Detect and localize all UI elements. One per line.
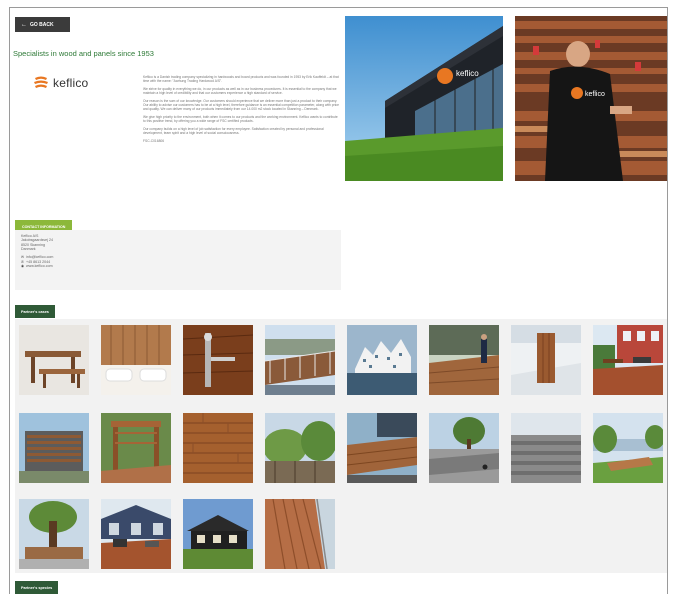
gallery-thumb[interactable] — [593, 325, 663, 395]
logo-wordmark: keflico — [53, 75, 89, 90]
gallery-thumb[interactable] — [101, 413, 171, 483]
contact-card: Keflico A/S Jakobsgaardsvej 24 8520 Skan… — [15, 230, 341, 290]
description-paragraph: We give high priority to the environment… — [143, 115, 338, 124]
gallery-thumb[interactable] — [429, 325, 499, 395]
arrow-left-icon: ← — [21, 21, 27, 28]
gallery-thumb[interactable] — [19, 499, 89, 569]
gallery-thumb[interactable] — [347, 413, 417, 483]
description-paragraph: Keflico is a Danish trading company spec… — [143, 75, 339, 84]
keflico-logo-icon — [34, 76, 48, 88]
email-link[interactable]: info@keflico.com — [26, 255, 53, 259]
gallery-thumb[interactable] — [265, 413, 335, 483]
cases-gallery — [15, 319, 667, 573]
gallery-thumb[interactable] — [101, 325, 171, 395]
gallery-thumb[interactable] — [265, 499, 335, 569]
company-description: Keflico is a Danish trading company spec… — [143, 75, 341, 147]
gallery-thumb[interactable] — [511, 413, 581, 483]
gallery-thumb[interactable] — [19, 325, 89, 395]
gallery-thumb[interactable] — [593, 413, 663, 483]
description-paragraph: Our company builds on a high level of jo… — [143, 127, 324, 136]
gallery-thumb[interactable] — [19, 413, 89, 483]
hero-image-warehouse: keflico — [515, 16, 667, 181]
page-frame: ← GO BACK Specialists in wood and panels… — [9, 7, 668, 594]
gallery-thumb[interactable] — [101, 499, 171, 569]
description-paragraph: Our reason is the sum of our knowledge. … — [143, 99, 339, 112]
svg-text:keflico: keflico — [585, 91, 605, 98]
go-back-button[interactable]: ← GO BACK — [15, 17, 70, 32]
gallery-thumb[interactable] — [183, 325, 253, 395]
partners-cases-heading: Partner's cases — [15, 305, 55, 318]
gallery-thumb[interactable] — [511, 325, 581, 395]
gallery-thumb[interactable] — [183, 413, 253, 483]
company-logo: keflico — [33, 75, 88, 90]
fsc-code: FSC-C016806 — [143, 139, 165, 144]
phone-link[interactable]: +45 8613 2044 — [26, 260, 50, 264]
description-paragraph: We strive for quality in everything we d… — [143, 87, 337, 96]
hero-image-building: keflico — [345, 16, 503, 181]
gallery-thumb[interactable] — [429, 413, 499, 483]
svg-text:keflico: keflico — [456, 69, 479, 78]
partners-species-heading: Partner's species — [15, 581, 59, 594]
page-title: Specialists in wood and panels since 195… — [13, 49, 154, 58]
go-back-label: GO BACK — [30, 21, 54, 28]
gallery-thumb[interactable] — [265, 325, 335, 395]
gallery-thumb[interactable] — [183, 499, 253, 569]
gallery-thumb[interactable] — [347, 325, 417, 395]
website-link[interactable]: www.keflico.com — [26, 264, 53, 268]
